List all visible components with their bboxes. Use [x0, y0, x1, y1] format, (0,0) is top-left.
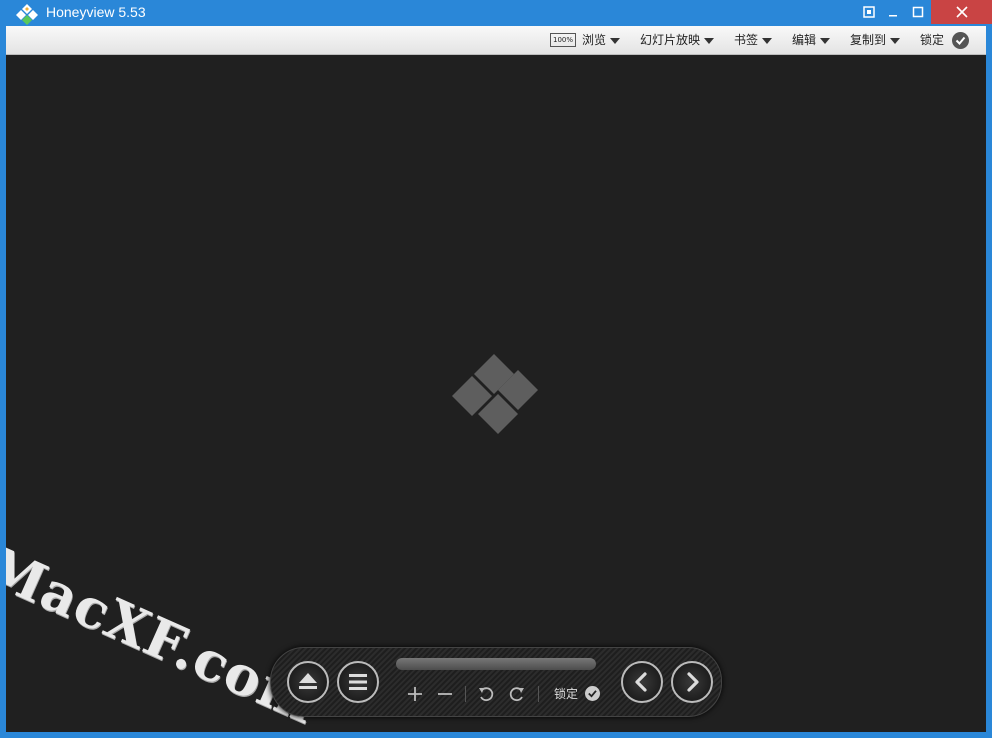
previous-image-button[interactable]: [621, 661, 663, 703]
chevron-right-icon: [687, 672, 699, 692]
rotate-right-icon: [509, 687, 524, 702]
rotate-left-button[interactable]: [476, 684, 496, 704]
minimize-button[interactable]: [880, 0, 906, 24]
image-viewer-canvas[interactable]: MacXF.com 锁定: [6, 55, 986, 732]
eject-icon: [299, 673, 317, 689]
hamburger-icon: [349, 674, 367, 690]
menu-bar: 100% 浏览 幻灯片放映 书签 编辑 复制到 锁定: [6, 26, 986, 55]
menu-browse[interactable]: 浏览: [582, 26, 621, 54]
menu-copy-to-label: 复制到: [850, 33, 887, 47]
window-title: Honeyview 5.53: [46, 4, 146, 20]
menu-bookmarks[interactable]: 书签: [734, 26, 773, 54]
minimize-icon: [889, 15, 897, 17]
maximize-button[interactable]: [905, 0, 931, 24]
divider: [465, 686, 466, 702]
chevron-left-icon: [635, 672, 647, 692]
next-image-button[interactable]: [671, 661, 713, 703]
menu-bookmarks-label: 书签: [734, 33, 759, 47]
divider: [538, 686, 539, 702]
close-button[interactable]: [931, 0, 992, 24]
caret-down-icon: [890, 37, 901, 44]
app-window: Honeyview 5.53 100% 浏览 幻灯片放映 书签 编辑 复制到 锁…: [0, 0, 992, 738]
check-icon: [951, 32, 969, 49]
maximize-icon: [912, 6, 924, 18]
zoom-badge[interactable]: 100%: [550, 33, 576, 47]
minus-icon: [438, 693, 452, 695]
rotate-left-icon: [479, 687, 494, 702]
menu-button[interactable]: [337, 661, 379, 703]
menu-slideshow-label: 幻灯片放映: [640, 33, 701, 47]
caret-down-icon: [762, 37, 773, 44]
open-button[interactable]: [287, 661, 329, 703]
zoom-in-button[interactable]: [405, 684, 425, 704]
check-icon[interactable]: [585, 686, 600, 701]
rotate-right-button[interactable]: [507, 684, 527, 704]
plus-icon: [408, 687, 422, 701]
toolbar-lock-label[interactable]: 锁定: [554, 685, 578, 702]
menu-browse-label: 浏览: [582, 33, 607, 47]
fullscreen-icon: [863, 6, 875, 18]
caret-down-icon: [704, 37, 715, 44]
menu-lock[interactable]: 锁定: [920, 26, 969, 54]
caret-down-icon: [820, 37, 831, 44]
fullscreen-button[interactable]: [856, 0, 882, 24]
zoom-out-button[interactable]: [435, 684, 455, 704]
title-bar[interactable]: Honeyview 5.53: [0, 0, 992, 26]
menu-copy-to[interactable]: 复制到: [850, 26, 901, 54]
bottom-toolbar: 锁定: [270, 647, 722, 717]
menu-lock-label: 锁定: [920, 33, 945, 47]
caret-down-icon: [610, 37, 621, 44]
file-progress-slider[interactable]: [396, 658, 596, 670]
close-icon: [955, 6, 968, 18]
menu-edit-label: 编辑: [792, 33, 817, 47]
honeyview-logo-icon: [16, 4, 38, 25]
menu-edit[interactable]: 编辑: [792, 26, 831, 54]
honeyview-placeholder-icon: [452, 354, 538, 434]
menu-slideshow[interactable]: 幻灯片放映: [640, 26, 715, 54]
